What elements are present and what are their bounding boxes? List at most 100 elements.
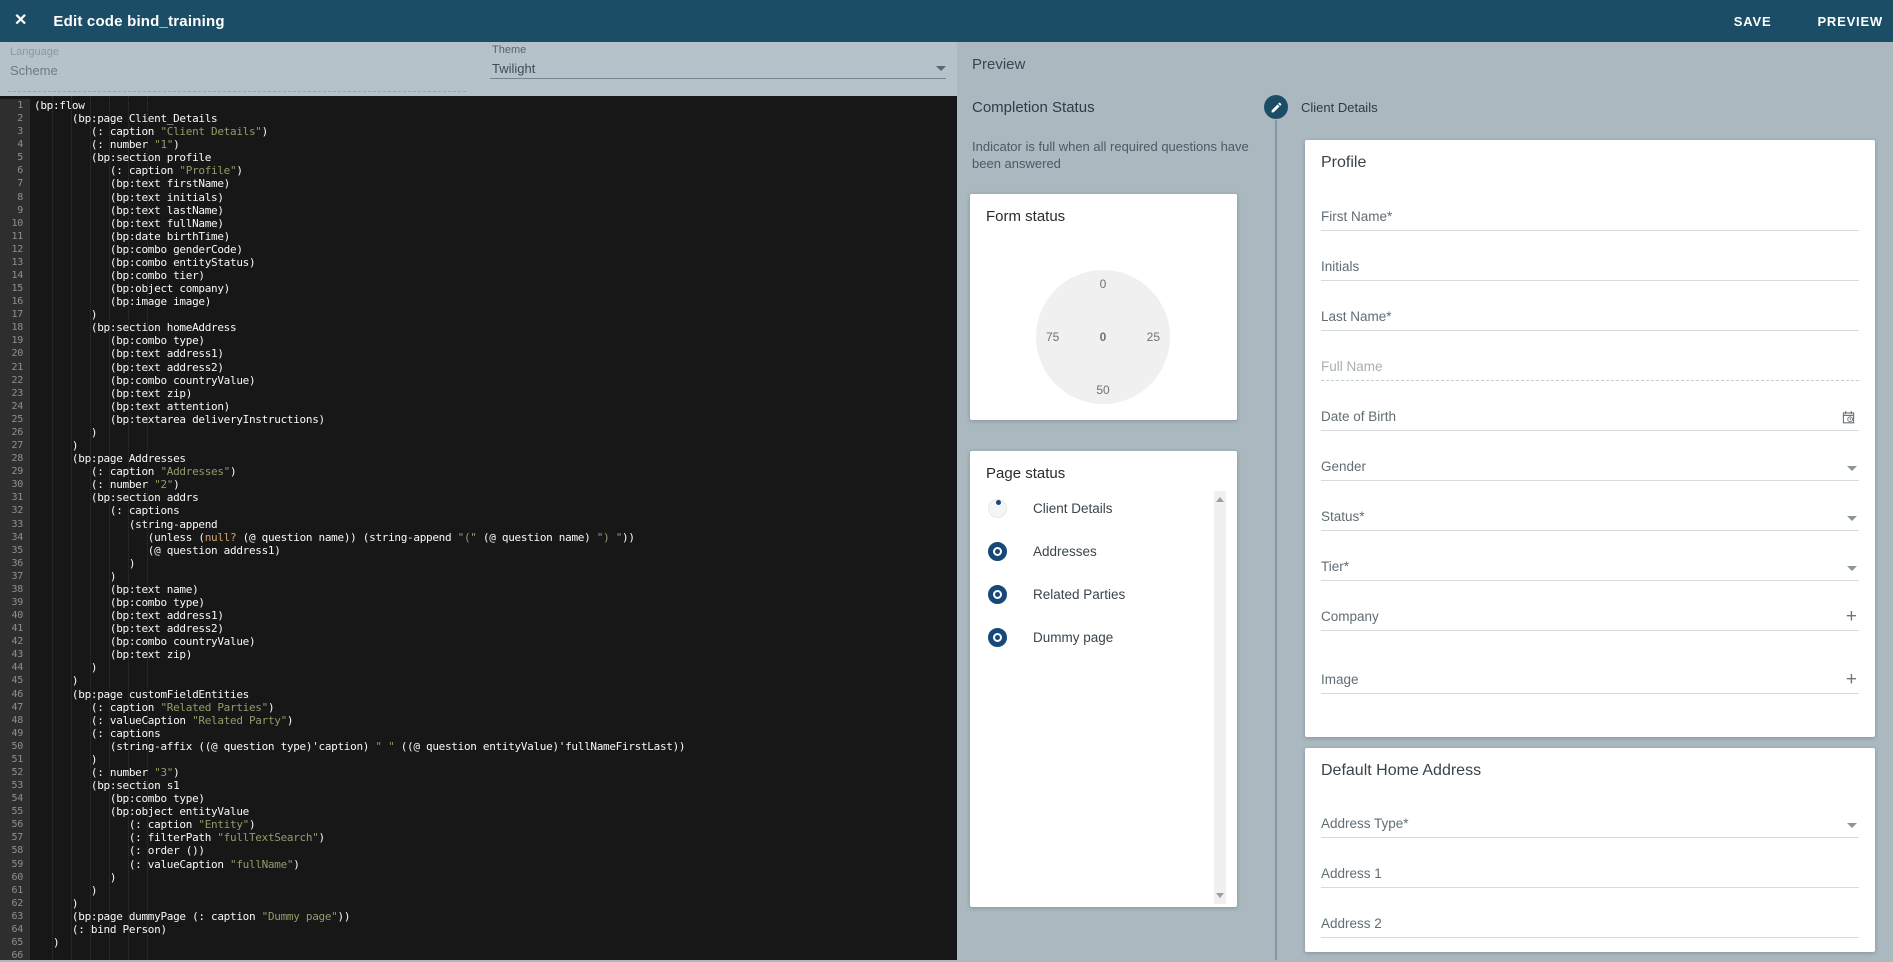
code-line[interactable]: (bp:text address2) <box>34 361 957 374</box>
add-icon[interactable]: + <box>1846 607 1857 626</box>
code-line[interactable]: (: captions <box>34 727 957 740</box>
calendar-icon[interactable] <box>1840 409 1857 426</box>
code-line[interactable]: (bp:combo genderCode) <box>34 243 957 256</box>
code-line[interactable]: (: number "3") <box>34 766 957 779</box>
code-line[interactable]: (bp:text address1) <box>34 347 957 360</box>
form-field-last-name[interactable]: Last Name* <box>1321 298 1859 331</box>
scrollbar[interactable] <box>1214 491 1226 904</box>
code-line[interactable]: ) <box>34 936 957 949</box>
form-field-first-name[interactable]: First Name* <box>1321 198 1859 231</box>
page-status-item[interactable]: Related Parties <box>970 573 1213 616</box>
editor-code[interactable]: (bp:flow (bp:page Client_Details (: capt… <box>34 99 957 960</box>
form-field-address-1[interactable]: Address 1 <box>1321 855 1859 888</box>
code-line[interactable]: (: caption "Entity") <box>34 818 957 831</box>
code-line[interactable]: (bp:combo countryValue) <box>34 635 957 648</box>
scroll-down-icon[interactable] <box>1216 893 1224 898</box>
code-line[interactable]: (bp:text address2) <box>34 622 957 635</box>
code-line[interactable]: (bp:page Client_Details <box>34 112 957 125</box>
radio-complete-icon[interactable] <box>988 585 1007 604</box>
code-line[interactable]: (string-affix ((@ question type)'caption… <box>34 740 957 753</box>
code-line[interactable]: (bp:text initials) <box>34 191 957 204</box>
form-field-company[interactable]: Company+ <box>1321 598 1859 631</box>
radio-complete-icon[interactable] <box>988 542 1007 561</box>
code-line[interactable]: (bp:page Addresses <box>34 452 957 465</box>
preview-button[interactable]: PREVIEW <box>1817 14 1883 29</box>
code-line[interactable]: ) <box>34 308 957 321</box>
form-field-address-2[interactable]: Address 2 <box>1321 905 1859 938</box>
page-status-item[interactable]: Client Details <box>970 487 1213 530</box>
code-line[interactable]: (: captions <box>34 504 957 517</box>
radio-partial-icon[interactable] <box>988 499 1007 518</box>
code-line[interactable]: (bp:text lastName) <box>34 204 957 217</box>
code-line[interactable]: (bp:combo type) <box>34 596 957 609</box>
form-field-initials[interactable]: Initials <box>1321 248 1859 281</box>
code-line[interactable]: (bp:section s1 <box>34 779 957 792</box>
form-field-tier[interactable]: Tier* <box>1321 548 1859 581</box>
save-button[interactable]: SAVE <box>1734 14 1772 29</box>
code-line[interactable]: (: filterPath "fullTextSearch") <box>34 831 957 844</box>
page-status-item[interactable]: Dummy page <box>970 616 1213 659</box>
dropdown-caret-icon[interactable] <box>1847 516 1857 521</box>
code-line[interactable]: (bp:section profile <box>34 151 957 164</box>
code-line[interactable]: (bp:textarea deliveryInstructions) <box>34 413 957 426</box>
code-line[interactable]: ) <box>34 570 957 583</box>
code-line[interactable]: (bp:text attention) <box>34 400 957 413</box>
code-line[interactable]: (: caption "Profile") <box>34 164 957 177</box>
dropdown-caret-icon[interactable] <box>1847 466 1857 471</box>
scroll-up-icon[interactable] <box>1216 497 1224 502</box>
code-line[interactable]: ) <box>34 439 957 452</box>
code-line[interactable]: ) <box>34 897 957 910</box>
close-icon[interactable]: ✕ <box>14 13 27 29</box>
code-line[interactable]: (: bind Person) <box>34 923 957 936</box>
code-line[interactable]: (bp:text zip) <box>34 387 957 400</box>
code-line[interactable]: (bp:combo entityStatus) <box>34 256 957 269</box>
code-line[interactable]: ) <box>34 871 957 884</box>
code-line[interactable]: (: caption "Addresses") <box>34 465 957 478</box>
dropdown-caret-icon[interactable] <box>1847 566 1857 571</box>
code-line[interactable]: (bp:object company) <box>34 282 957 295</box>
code-line[interactable]: (: number "1") <box>34 138 957 151</box>
code-line[interactable] <box>34 949 957 962</box>
code-line[interactable]: (bp:page dummyPage (: caption "Dummy pag… <box>34 910 957 923</box>
dropdown-caret-icon[interactable] <box>1847 823 1857 828</box>
code-line[interactable]: (string-append <box>34 518 957 531</box>
form-field-status[interactable]: Status* <box>1321 498 1859 531</box>
code-line[interactable]: (bp:section addrs <box>34 491 957 504</box>
code-line[interactable]: ) <box>34 426 957 439</box>
code-line[interactable]: (bp:text fullName) <box>34 217 957 230</box>
chevron-down-icon[interactable] <box>936 66 946 71</box>
code-line[interactable]: ) <box>34 884 957 897</box>
theme-field[interactable]: Theme Twilight <box>492 44 535 76</box>
code-line[interactable]: (bp:object entityValue <box>34 805 957 818</box>
code-line[interactable]: (bp:combo type) <box>34 334 957 347</box>
code-line[interactable]: (: valueCaption "fullName") <box>34 858 957 871</box>
code-line[interactable]: (bp:text firstName) <box>34 177 957 190</box>
code-line[interactable]: (bp:section homeAddress <box>34 321 957 334</box>
code-line[interactable]: (bp:combo type) <box>34 792 957 805</box>
code-editor[interactable]: 1234567891011121314151617181920212223242… <box>0 96 957 960</box>
code-line[interactable]: (@ question address1) <box>34 544 957 557</box>
code-line[interactable]: ) <box>34 674 957 687</box>
code-line[interactable]: (bp:combo countryValue) <box>34 374 957 387</box>
page-status-item[interactable]: Addresses <box>970 530 1213 573</box>
code-line[interactable]: (: valueCaption "Related Party") <box>34 714 957 727</box>
code-line[interactable]: (: number "2") <box>34 478 957 491</box>
code-line[interactable]: ) <box>34 557 957 570</box>
code-line[interactable]: (bp:text zip) <box>34 648 957 661</box>
code-line[interactable]: (unless (null? (@ question name)) (strin… <box>34 531 957 544</box>
add-icon[interactable]: + <box>1846 670 1857 689</box>
form-field-date-of-birth[interactable]: Date of Birth <box>1321 398 1859 431</box>
form-field-address-type[interactable]: Address Type* <box>1321 805 1859 838</box>
code-line[interactable]: (bp:text name) <box>34 583 957 596</box>
code-line[interactable]: ) <box>34 753 957 766</box>
code-line[interactable]: (bp:flow <box>34 99 957 112</box>
code-line[interactable]: (bp:image image) <box>34 295 957 308</box>
form-field-image[interactable]: Image+ <box>1321 661 1859 694</box>
code-line[interactable]: (bp:text address1) <box>34 609 957 622</box>
code-line[interactable]: (: caption "Related Parties") <box>34 701 957 714</box>
code-line[interactable]: (bp:page customFieldEntities <box>34 688 957 701</box>
radio-complete-icon[interactable] <box>988 628 1007 647</box>
code-line[interactable]: (: caption "Client Details") <box>34 125 957 138</box>
code-line[interactable]: (bp:date birthTime) <box>34 230 957 243</box>
code-line[interactable]: (: order ()) <box>34 844 957 857</box>
